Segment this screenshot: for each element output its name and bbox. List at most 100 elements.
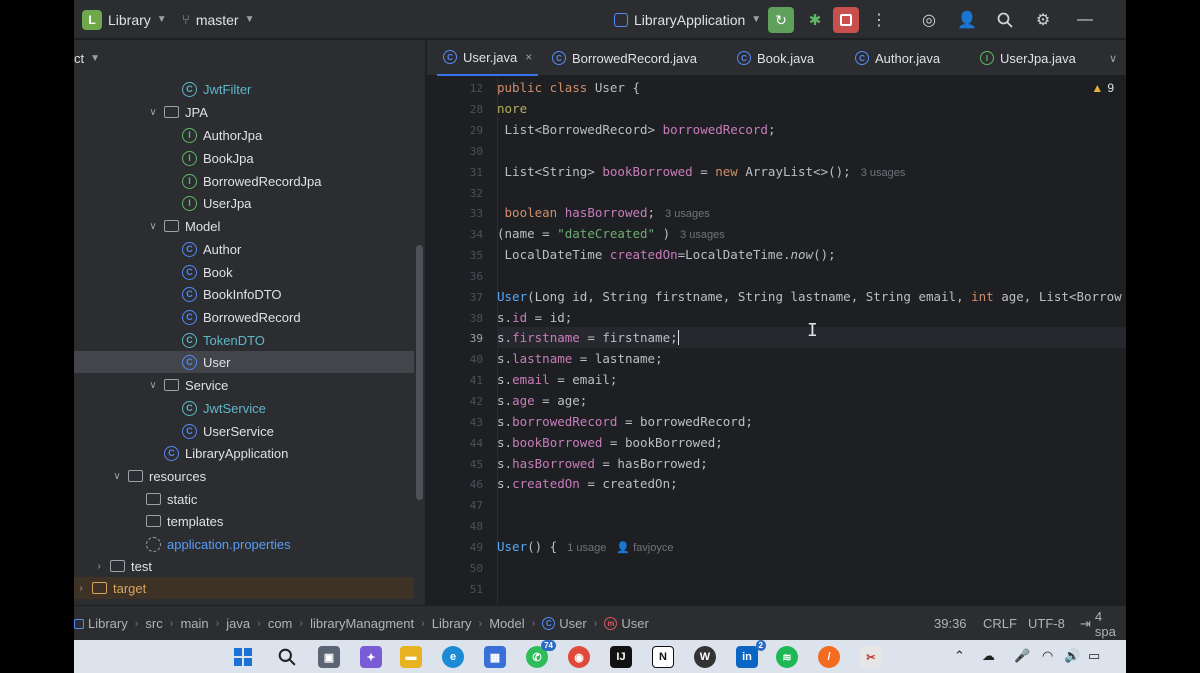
tabs-overflow-button[interactable]: ∨ (1109, 40, 1117, 76)
microphone-icon[interactable]: 🎤 (1014, 648, 1030, 664)
tree-item-jwtfilter[interactable]: C JwtFilter (74, 78, 414, 100)
code-line[interactable] (497, 265, 1126, 286)
inlay-hint[interactable]: 3 usages (665, 208, 710, 220)
breadcrumb-item[interactable]: User (621, 616, 648, 631)
code-line[interactable] (497, 515, 1126, 536)
more-actions-button[interactable]: ⋮ (868, 9, 890, 31)
tree-item-application-properties[interactable]: application.properties (74, 533, 414, 555)
tree-item-author[interactable]: C Author (74, 238, 414, 260)
app-button[interactable]: / (818, 646, 840, 668)
inlay-hint[interactable]: 1 usage (567, 542, 606, 554)
run-config-widget[interactable]: LibraryApplication ▼ (614, 0, 761, 39)
intellij-button[interactable]: IJ (610, 646, 632, 668)
chevron-down-icon[interactable]: ∨ (110, 471, 124, 482)
breadcrumb-item[interactable]: User (559, 616, 586, 631)
tab-author-java[interactable]: C Author.java (855, 40, 940, 76)
inlay-hint[interactable]: 👤 favjoyce (616, 542, 673, 554)
breadcrumb-item[interactable]: main (180, 616, 208, 631)
code-line[interactable]: s.bookBorrowed = bookBorrowed; (497, 432, 1126, 453)
tab-borrowedrecord-java[interactable]: C BorrowedRecord.java (552, 40, 697, 76)
code-line[interactable]: s.createdOn = createdOn; (497, 473, 1126, 494)
chevron-up-icon[interactable]: ⌃ (954, 648, 965, 664)
add-user-button[interactable]: 👤 (956, 9, 978, 31)
tree-item-static[interactable]: static (74, 488, 414, 510)
breadcrumb-item[interactable]: com (268, 616, 293, 631)
code-line[interactable]: (name = "dateCreated" ) 3 usages (497, 223, 1126, 244)
close-icon[interactable]: × (525, 50, 532, 64)
chevron-right-icon[interactable]: › (74, 583, 88, 594)
chevron-down-icon[interactable]: ∨ (146, 107, 160, 118)
debug-button[interactable]: ✱ (802, 7, 828, 33)
tree-item-templates[interactable]: templates (74, 510, 414, 532)
cloud-icon[interactable]: ☁ (982, 648, 995, 664)
tree-item-userjpa[interactable]: I UserJpa (74, 192, 414, 214)
tree-scrollbar[interactable] (416, 245, 423, 500)
code-line[interactable]: nore (497, 98, 1126, 119)
code-line[interactable] (497, 140, 1126, 161)
linkedin-button[interactable]: in 2 (736, 640, 766, 668)
code-line[interactable]: s.hasBorrowed = hasBorrowed; (497, 453, 1126, 474)
tree-item-test[interactable]: › test (74, 555, 414, 577)
breadcrumb-item[interactable]: Model (489, 616, 524, 631)
tab-user-java[interactable]: C User.java × (437, 40, 539, 76)
code-line[interactable]: List<BorrowedRecord> borrowedRecord; (497, 119, 1126, 140)
code-line[interactable] (497, 578, 1126, 599)
inlay-hint[interactable]: 3 usages (861, 167, 906, 179)
tree-item-service[interactable]: ∨ Service (74, 374, 414, 396)
chevron-down-icon[interactable]: ∨ (146, 380, 160, 391)
indent-widget[interactable]: ⇥ 4 spa (1080, 606, 1126, 640)
breadcrumb-item[interactable]: libraryManagment (310, 616, 414, 631)
code-line[interactable] (497, 557, 1126, 578)
tree-item-jwtservice[interactable]: C JwtService (74, 397, 414, 419)
inspection-widget[interactable]: ▲ 9 (1091, 81, 1114, 95)
tree-item-resources[interactable]: ∨ resources (74, 465, 414, 487)
code-line[interactable]: List<String> bookBorrowed = new ArrayLis… (497, 161, 1126, 182)
snipping-button[interactable]: ✂ (860, 646, 882, 668)
caret-position[interactable]: 39:36 (934, 606, 967, 640)
tree-item-libraryapplication[interactable]: C LibraryApplication (74, 442, 414, 464)
windows-start-button[interactable] (232, 646, 254, 668)
breadcrumb-item[interactable]: src (145, 616, 162, 631)
line-ending[interactable]: CRLF (983, 606, 1017, 640)
tree-item-jpa[interactable]: ∨ JPA (74, 101, 414, 123)
store-button[interactable]: ▦ (484, 646, 506, 668)
ai-assistant-button[interactable]: ◎ (918, 9, 940, 31)
tab-userjpa-java[interactable]: I UserJpa.java (980, 40, 1076, 76)
code-line[interactable]: User() {1 usage 👤 favjoyce (497, 536, 1126, 557)
file-encoding[interactable]: UTF-8 (1028, 606, 1065, 640)
chevron-right-icon[interactable]: › (92, 561, 106, 572)
tree-item-target[interactable]: › target (74, 577, 414, 599)
settings-button[interactable]: ⚙ (1032, 9, 1054, 31)
project-panel-header[interactable]: ct ▼ (74, 46, 100, 70)
code-line[interactable]: s.age = age; (497, 390, 1126, 411)
taskbar-search-button[interactable] (276, 646, 298, 668)
code-line[interactable]: s.lastname = lastname; (497, 348, 1126, 369)
tree-item-user[interactable]: C User (74, 351, 414, 373)
notion-button[interactable]: N (652, 646, 674, 668)
wordpress-button[interactable]: W (694, 646, 716, 668)
tree-item-authorjpa[interactable]: I AuthorJpa (74, 124, 414, 146)
chrome-button[interactable]: ◉ (568, 646, 590, 668)
chevron-down-icon[interactable]: ∨ (146, 221, 160, 232)
code-line[interactable]: User(Long id, String firstname, String l… (497, 286, 1126, 307)
code-line[interactable]: boolean hasBorrowed; 3 usages (497, 202, 1126, 223)
branch-widget[interactable]: ⑂ master ▼ (182, 0, 255, 39)
tree-item-bookjpa[interactable]: I BookJpa (74, 147, 414, 169)
tree-item-borrowedrecord[interactable]: C BorrowedRecord (74, 306, 414, 328)
file-explorer-button[interactable]: ▬ (400, 646, 422, 668)
tree-item-book[interactable]: C Book (74, 261, 414, 283)
battery-icon[interactable]: ▭ (1088, 648, 1100, 664)
inlay-hint[interactable]: 3 usages (680, 229, 725, 241)
code-line[interactable]: public class User { (497, 77, 1126, 98)
breadcrumb-item[interactable]: java (226, 616, 250, 631)
tree-item-tokendto[interactable]: C TokenDTO (74, 329, 414, 351)
code-line[interactable]: LocalDateTime createdOn=LocalDateTime.no… (497, 244, 1126, 265)
minimize-button[interactable]: — (1074, 9, 1096, 31)
code-line[interactable] (497, 494, 1126, 515)
tree-item-userservice[interactable]: C UserService (74, 420, 414, 442)
tree-item-bookinfodto[interactable]: C BookInfoDTO (74, 283, 414, 305)
tree-item-borrowedrecordjpa[interactable]: I BorrowedRecordJpa (74, 170, 414, 192)
task-view-button[interactable]: ▣ (318, 646, 340, 668)
stop-button[interactable] (833, 7, 859, 33)
project-widget[interactable]: L Library ▼ (82, 0, 167, 39)
